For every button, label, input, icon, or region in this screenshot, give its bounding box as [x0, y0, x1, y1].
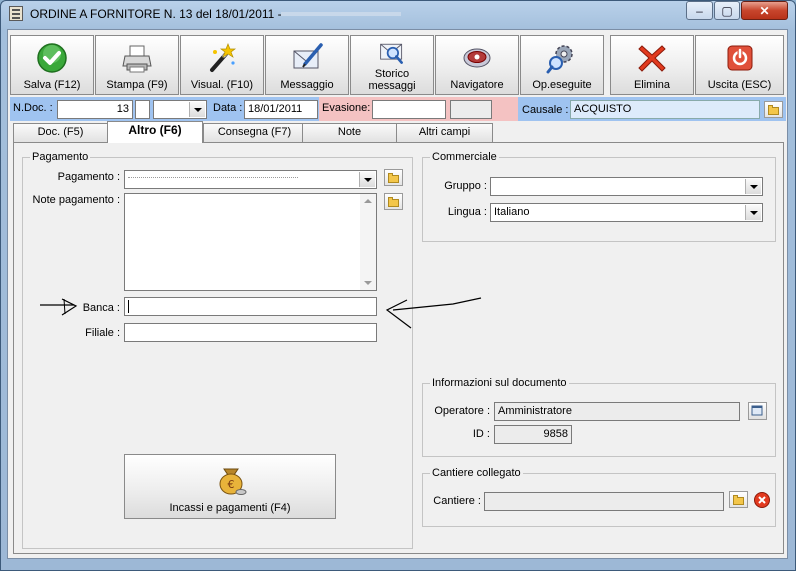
note-scrollbar[interactable]: [360, 194, 376, 290]
check-icon: [37, 43, 67, 73]
print-label: Stampa (F9): [106, 79, 168, 91]
ndoc-field[interactable]: 13: [57, 100, 133, 119]
chevron-down-icon: [359, 172, 375, 187]
causale-field[interactable]: ACQUISTO: [570, 100, 760, 119]
preview-label: Visual. (F10): [190, 79, 254, 91]
executed-ops-button[interactable]: Op.eseguite: [520, 35, 604, 95]
ndoc-series-combo[interactable]: [153, 100, 207, 119]
delete-button[interactable]: Elimina: [610, 35, 694, 95]
red-x-icon: [638, 45, 666, 72]
causale-browse-folder-icon[interactable]: [764, 101, 783, 118]
note-pagamento-memo[interactable]: [124, 193, 377, 291]
message-history-button[interactable]: Storico messaggi: [350, 35, 434, 95]
banca-field[interactable]: [124, 297, 377, 316]
tab-consegna[interactable]: Consegna (F7): [203, 123, 306, 142]
cantiere-group-title: Cantiere collegato: [430, 467, 523, 479]
evasione-label: Evasione:: [322, 102, 371, 114]
incassi-pagamenti-label: Incassi e pagamenti (F4): [169, 502, 291, 514]
incassi-pagamenti-button[interactable]: € Incassi e pagamenti (F4): [124, 454, 336, 519]
ndoc-label: N.Doc. :: [13, 102, 53, 114]
delete-label: Elimina: [633, 79, 671, 91]
annotation-arrow-left-icon: [40, 298, 78, 316]
tab-altro[interactable]: Altro (F6): [107, 121, 203, 143]
evasione-extra-field: [450, 100, 492, 119]
ndoc-suffix-field[interactable]: [135, 100, 150, 119]
lingua-combo[interactable]: Italiano: [490, 203, 763, 222]
executed-ops-label: Op.eseguite: [532, 79, 592, 91]
chevron-down-icon: [189, 102, 205, 117]
print-button[interactable]: Stampa (F9): [95, 35, 179, 95]
operatore-label: Operatore :: [434, 405, 490, 417]
app-icon: [9, 6, 23, 21]
message-history-label: Storico messaggi: [368, 68, 416, 92]
note-pagamento-label: Note pagamento :: [32, 194, 120, 206]
data-label: Data :: [213, 102, 243, 114]
scroll-up-icon[interactable]: [364, 199, 372, 203]
svg-text:€: €: [228, 478, 235, 491]
preview-button[interactable]: Visual. (F10): [180, 35, 264, 95]
message-label: Messaggio: [280, 79, 334, 91]
note-browse-folder-icon[interactable]: [384, 193, 403, 210]
minimize-icon: –: [696, 3, 703, 18]
save-label: Salva (F12): [23, 79, 81, 91]
cantiere-label: Cantiere :: [433, 495, 481, 507]
cantiere-clear-icon[interactable]: [753, 491, 771, 509]
window-title: ORDINE A FORNITORE N. 13 del 18/01/2011 …: [30, 7, 282, 21]
operatore-field: Amministratore: [494, 402, 740, 421]
cantiere-browse-folder-icon[interactable]: [729, 491, 748, 508]
maximize-icon: ▢: [721, 3, 733, 18]
minimize-button[interactable]: –: [686, 1, 713, 20]
data-field[interactable]: 18/01/2011: [244, 100, 318, 119]
filiale-label: Filiale :: [85, 327, 120, 339]
commerciale-group-title: Commerciale: [430, 151, 499, 163]
id-label: ID :: [472, 428, 490, 440]
window-search-icon: [751, 405, 763, 416]
annotation-arrow-right-icon: [385, 297, 482, 329]
filiale-field[interactable]: [124, 323, 377, 342]
toolbar: Salva (F12) Stampa (F9) Visual. (F10) Me: [10, 35, 786, 95]
chevron-down-icon: [745, 205, 761, 220]
navigator-label: Navigatore: [450, 79, 504, 91]
operatore-details-button[interactable]: [748, 402, 767, 420]
navigator-icon: [463, 48, 491, 68]
exit-button[interactable]: Uscita (ESC): [695, 35, 784, 95]
evasione-field[interactable]: [372, 100, 446, 119]
gruppo-label: Gruppo :: [444, 180, 487, 192]
pagamento-browse-folder-icon[interactable]: [384, 169, 403, 186]
exit-label: Uscita (ESC): [707, 79, 772, 91]
magic-wand-icon: [210, 43, 237, 72]
navigator-button[interactable]: Navigatore: [435, 35, 519, 95]
commerciale-group: Commerciale: [422, 151, 776, 242]
message-button[interactable]: Messaggio: [265, 35, 349, 95]
id-field: 9858: [494, 425, 572, 444]
save-button[interactable]: Salva (F12): [10, 35, 94, 95]
scroll-down-icon[interactable]: [364, 281, 372, 285]
maximize-button[interactable]: ▢: [714, 1, 740, 20]
gruppo-combo[interactable]: [490, 177, 763, 196]
close-icon: ✕: [759, 3, 770, 18]
info-documento-group-title: Informazioni sul documento: [430, 377, 569, 389]
envelope-pen-icon: [293, 43, 323, 69]
pagamento-group-title: Pagamento: [30, 151, 91, 163]
cantiere-field: [484, 492, 724, 511]
gears-search-icon: [546, 45, 573, 74]
exit-icon: [727, 45, 752, 71]
pagamento-label: Pagamento :: [57, 171, 120, 183]
money-bag-icon: €: [219, 468, 247, 495]
close-button[interactable]: ✕: [741, 1, 788, 20]
causale-label: Causale :: [522, 104, 569, 116]
chevron-down-icon: [745, 179, 761, 194]
tab-note[interactable]: Note: [302, 123, 397, 142]
envelope-search-icon: [380, 43, 403, 64]
pagamento-obscured-text: [128, 177, 298, 181]
tab-altri-campi[interactable]: Altri campi: [396, 123, 493, 142]
tab-doc[interactable]: Doc. (F5): [13, 123, 108, 142]
title-obscured: [281, 12, 401, 16]
lingua-label: Lingua :: [447, 206, 487, 218]
text-cursor: [128, 300, 129, 313]
printer-icon: [122, 45, 152, 73]
